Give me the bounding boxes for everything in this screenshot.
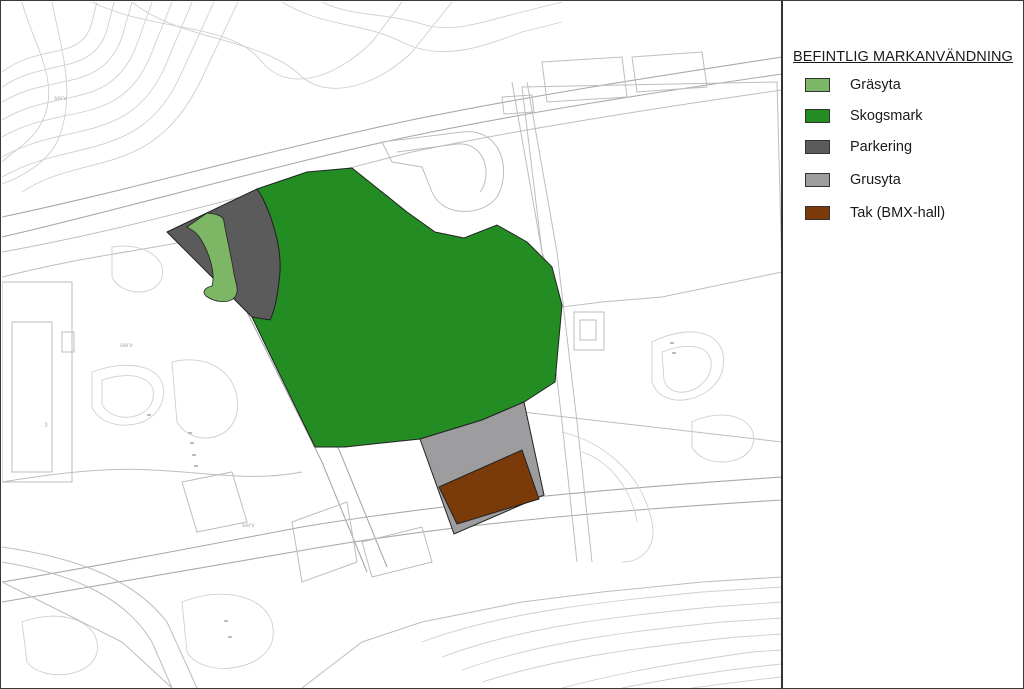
land-use-zones [166,167,563,535]
map-label-serv-2: serv [120,342,133,349]
legend-item-grasyta: Gräsyta [805,76,901,94]
base-map[interactable]: serv serv serv 3 [2,2,782,688]
contour-lines-upper-left [2,2,563,193]
legend-label-parkering: Parkering [850,139,913,155]
grusyta-swatch [805,173,830,187]
legend-item-skogsmark: Skogsmark [805,107,923,125]
legend-item-tak: Tak (BMX-hall) [805,204,945,222]
map-figure: serv serv serv 3 BEFINTLIG MARKANVÄNDNIN… [0,0,1024,689]
tak-swatch [805,206,830,220]
parkering-swatch [805,140,830,154]
legend-item-parkering: Parkering [805,138,912,156]
map-labels: serv serv serv 3 [44,95,255,529]
map-label-3: 3 [44,422,48,429]
legend-label-grasyta: Gräsyta [850,77,901,93]
skogsmark-swatch [805,109,830,123]
map-label-serv-1: serv [54,95,67,102]
legend-title: BEFINTLIG MARKANVÄNDNING [793,49,1013,65]
grasyta-swatch [805,78,830,92]
legend-panel: BEFINTLIG MARKANVÄNDNING Gräsyta Skogsma… [783,1,1023,688]
legend-label-tak: Tak (BMX-hall) [850,205,946,221]
map-label-serv-3: serv [242,522,255,529]
map-canvas: serv serv serv 3 [2,2,782,688]
legend-label-skogsmark: Skogsmark [850,108,923,124]
legend-item-grusyta: Grusyta [805,171,901,189]
legend-label-grusyta: Grusyta [850,172,901,188]
